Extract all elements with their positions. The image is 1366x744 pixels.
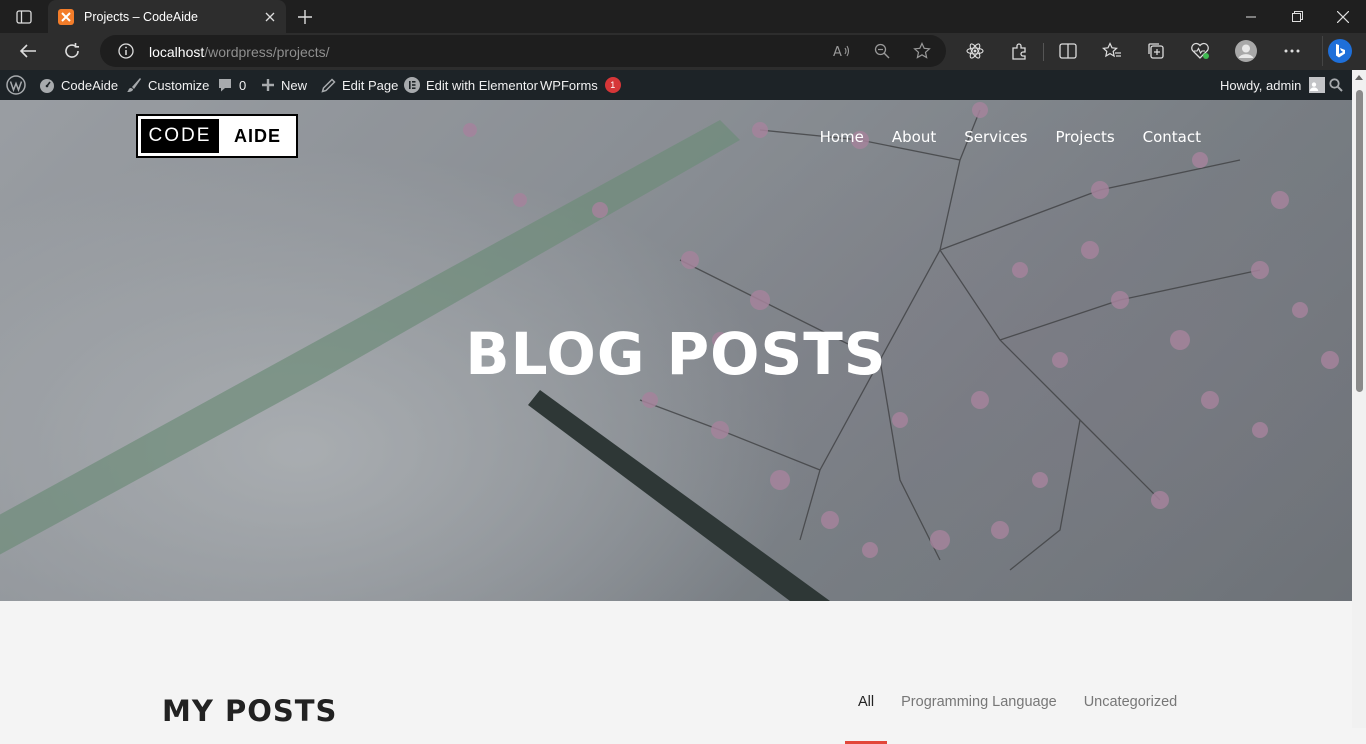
back-icon[interactable]: [12, 36, 44, 66]
filter-uncategorized[interactable]: Uncategorized: [1084, 694, 1178, 724]
posts-section: MY POSTS All Programming Language Uncate…: [0, 601, 1352, 744]
filter-programming-language[interactable]: Programming Language: [901, 694, 1057, 724]
admin-edit-elementor-label: Edit with Elementor: [426, 77, 538, 93]
admin-new-label: New: [281, 77, 308, 93]
admin-account[interactable]: Howdy, admin: [1220, 70, 1326, 100]
browser-essentials-icon[interactable]: [1184, 36, 1216, 66]
admin-wpforms[interactable]: WPForms 1: [540, 70, 621, 100]
dashboard-gauge-icon: [40, 79, 54, 93]
zoom-out-icon[interactable]: [868, 38, 896, 64]
close-window-icon[interactable]: [1320, 0, 1366, 33]
new-tab-icon[interactable]: [292, 4, 318, 30]
wordpress-logo-icon[interactable]: [6, 70, 32, 100]
page-scrollbar[interactable]: [1352, 70, 1366, 728]
admin-avatar: [1309, 77, 1326, 93]
nav-projects[interactable]: Projects: [1056, 128, 1115, 146]
scrollbar-thumb[interactable]: [1356, 90, 1363, 392]
admin-site-name-label: CodeAide: [61, 77, 119, 93]
admin-edit-page-label: Edit Page: [342, 77, 399, 93]
admin-site-name[interactable]: CodeAide: [39, 70, 118, 100]
tab-close-icon[interactable]: [258, 5, 282, 29]
logo-code-text: CODE: [141, 119, 219, 153]
admin-comments[interactable]: 0: [217, 70, 246, 100]
comment-bubble-icon: [219, 79, 231, 92]
extensions-icon[interactable]: [1003, 36, 1035, 66]
browser-tab-strip: Projects – CodeAide: [0, 0, 1366, 33]
profile-avatar-icon[interactable]: [1230, 36, 1262, 66]
admin-edit-page[interactable]: Edit Page: [321, 70, 398, 100]
restore-icon[interactable]: [1274, 0, 1320, 33]
nav-home[interactable]: Home: [820, 128, 864, 146]
admin-customize-label: Customize: [148, 77, 210, 93]
svg-text:A: A: [833, 45, 842, 59]
nav-contact[interactable]: Contact: [1143, 128, 1201, 146]
minimize-icon[interactable]: [1228, 0, 1274, 33]
paintbrush-icon: [127, 78, 141, 92]
address-bar[interactable]: localhost/wordpress/projects/ A: [100, 35, 946, 67]
toolbar-separator: [1043, 43, 1044, 61]
read-aloud-icon[interactable]: A: [828, 38, 856, 64]
more-options-icon[interactable]: [1276, 36, 1308, 66]
tab-title: Projects – CodeAide: [84, 9, 198, 24]
favorites-icon[interactable]: [1096, 36, 1128, 66]
url-text: localhost/wordpress/projects/: [149, 44, 330, 60]
nav-about[interactable]: About: [892, 128, 936, 146]
pencil-icon: [321, 77, 336, 93]
admin-customize[interactable]: Customize: [126, 70, 209, 100]
refresh-icon[interactable]: [56, 36, 88, 66]
browser-toolbar: localhost/wordpress/projects/ A: [0, 33, 1366, 70]
scroll-up-arrow-icon[interactable]: [1355, 75, 1363, 80]
extension-atom-icon[interactable]: [959, 36, 991, 66]
split-screen-icon[interactable]: [1052, 36, 1084, 66]
plus-icon: [262, 79, 274, 91]
post-filter-tabs: All Programming Language Uncategorized: [845, 694, 1204, 744]
admin-comments-count: 0: [239, 77, 247, 93]
nav-services[interactable]: Services: [964, 128, 1027, 146]
site-info-icon[interactable]: [112, 38, 140, 64]
favorite-star-icon[interactable]: [908, 38, 936, 64]
hero-title: BLOG POSTS: [465, 320, 887, 388]
elementor-icon: [404, 77, 420, 93]
logo-aide-text: AIDE: [233, 125, 281, 146]
hero-banner: CODE AIDE Home About Services Projects C…: [0, 100, 1352, 601]
posts-heading: MY POSTS: [162, 694, 338, 728]
browser-tab-active[interactable]: Projects – CodeAide: [48, 0, 286, 33]
filter-all[interactable]: All: [845, 694, 888, 744]
wpforms-notification-badge: 1: [604, 77, 621, 93]
collections-icon[interactable]: [1140, 36, 1172, 66]
admin-wpforms-label: WPForms: [540, 77, 598, 93]
tab-actions-icon[interactable]: [8, 6, 40, 28]
url-path: /wordpress/projects/: [204, 44, 330, 60]
url-host: localhost: [149, 44, 205, 60]
admin-new[interactable]: New: [261, 70, 307, 100]
wp-admin-bar: CodeAide Customize 0 New Edit Page Edit …: [0, 70, 1352, 100]
admin-edit-elementor[interactable]: Edit with Elementor: [404, 70, 538, 100]
xampp-favicon-icon: [58, 8, 74, 25]
main-nav: Home About Services Projects Contact: [820, 128, 1201, 146]
bing-copilot-icon[interactable]: [1322, 36, 1356, 66]
admin-howdy-label: Howdy, admin: [1220, 77, 1302, 93]
site-logo[interactable]: CODE AIDE: [136, 114, 298, 158]
admin-search-icon[interactable]: [1329, 70, 1349, 100]
